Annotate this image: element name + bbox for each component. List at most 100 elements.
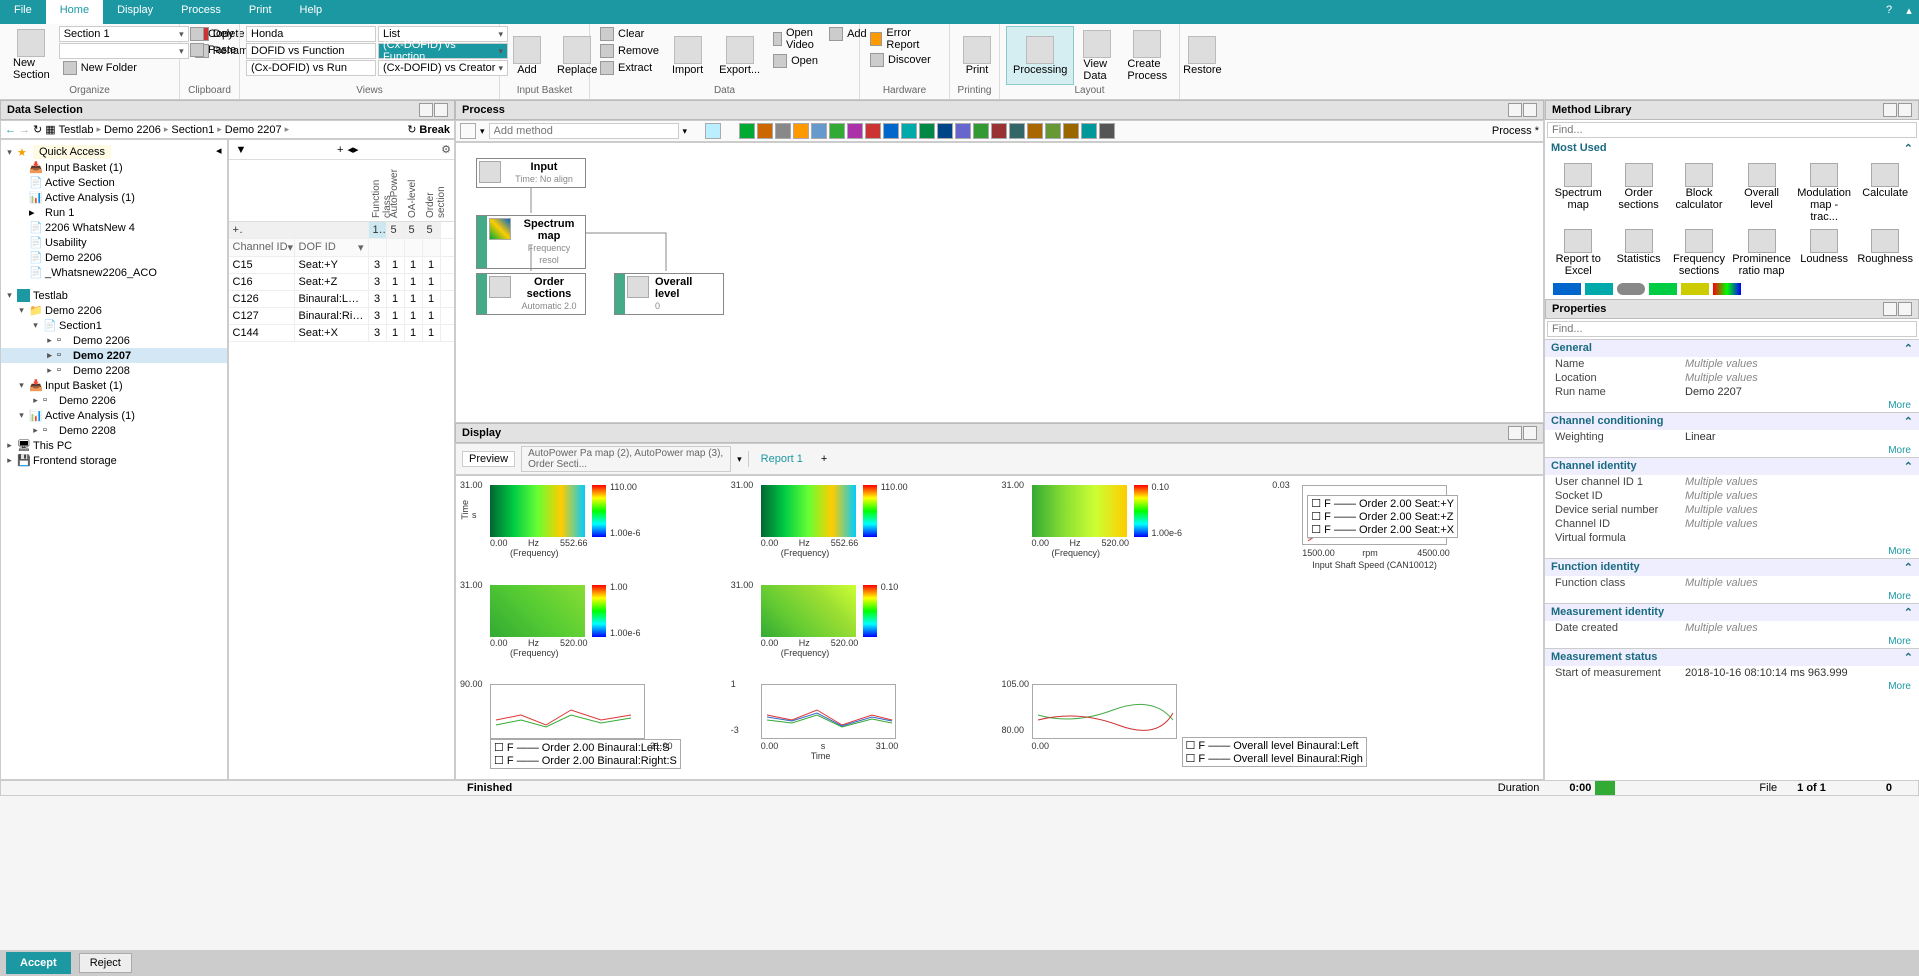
node-overall-level[interactable]: Overall level0	[614, 273, 724, 315]
plot-spectrum-6[interactable]: 31.00 0.00 Hz 520.00 (Frequency) 0.10	[731, 580, 998, 676]
chevron-down-icon[interactable]: ▾	[480, 126, 485, 137]
help-icon[interactable]: ?	[1879, 0, 1899, 24]
plot-spectrum-5[interactable]: 31.00 0.00 Hz 520.00 (Frequency) 1.00 1.…	[460, 580, 727, 676]
method-item[interactable]: Prominence ratio map	[1730, 227, 1793, 279]
view-data-button[interactable]: View Data	[1076, 26, 1118, 85]
method-shortcut-icon[interactable]	[847, 123, 863, 139]
filter-icon[interactable]: ▼	[232, 144, 251, 156]
create-process-button[interactable]: Create Process	[1120, 26, 1174, 85]
tree-item[interactable]: ▾📥Input Basket (1)	[1, 378, 227, 393]
plot-line-3[interactable]: 105.00 80.00 0.00 ☐ F —— Overall level B…	[1002, 679, 1540, 775]
method-item[interactable]: Block calculator	[1670, 161, 1728, 225]
tree-item[interactable]: ▸▫Demo 2206	[1, 333, 227, 348]
back-icon[interactable]: ←	[5, 124, 16, 136]
more-link[interactable]: More	[1545, 590, 1919, 603]
gear-icon[interactable]: ⚙	[441, 143, 451, 156]
error-report-button[interactable]: Error Report	[866, 26, 943, 52]
tree-item[interactable]: ▸Run 1	[1, 205, 227, 220]
method-thumb-icon[interactable]	[1553, 283, 1581, 295]
method-shortcut-icon[interactable]	[937, 123, 953, 139]
wrench-icon[interactable]	[705, 123, 721, 139]
process-canvas[interactable]: InputTime: No align Spectrum mapFrequenc…	[455, 142, 1544, 423]
method-shortcut-icon[interactable]	[739, 123, 755, 139]
method-shortcut-icon[interactable]	[811, 123, 827, 139]
tab-print[interactable]: Print	[235, 0, 286, 24]
open-video-button[interactable]: Open Video	[769, 26, 823, 52]
method-shortcut-icon[interactable]	[775, 123, 791, 139]
props-general-header[interactable]: General⌃	[1545, 339, 1919, 357]
method-shortcut-icon[interactable]	[901, 123, 917, 139]
tab-display[interactable]: Display	[103, 0, 167, 24]
method-thumb-icon[interactable]	[1617, 283, 1645, 295]
extract-button[interactable]: Extract	[596, 60, 663, 76]
refresh-icon[interactable]: ↻	[407, 123, 416, 136]
channel-id-header[interactable]: Channel ID▾	[229, 239, 295, 256]
clear-button[interactable]: Clear	[596, 26, 663, 42]
tree-item[interactable]: 📄Active Section	[1, 175, 227, 190]
report-tab[interactable]: Report 1	[755, 452, 809, 466]
open-button[interactable]: Open	[769, 53, 823, 69]
reject-button[interactable]: Reject	[79, 953, 132, 973]
tree-item[interactable]: 📊Active Analysis (1)	[1, 190, 227, 205]
method-shortcut-icon[interactable]	[1027, 123, 1043, 139]
tree-quick-access[interactable]: ▾★Quick Access	[1, 144, 216, 160]
tree-item[interactable]: ▸▫Demo 2208	[1, 423, 227, 438]
tree-item[interactable]: 📥Input Basket (1)	[1, 160, 227, 175]
more-link[interactable]: More	[1545, 635, 1919, 648]
views-f3[interactable]: (Cx-DOFID) vs Function▾	[378, 43, 508, 59]
import-button[interactable]: Import	[665, 26, 710, 85]
method-item[interactable]: Calculate	[1855, 161, 1915, 225]
table-row[interactable]: C15Seat:+Y3111	[229, 257, 455, 274]
node-spectrum-map[interactable]: Spectrum mapFrequency resol	[476, 215, 586, 269]
tree-item-selected[interactable]: ▸▫Demo 2207	[1, 348, 227, 363]
tab-file[interactable]: File	[0, 0, 46, 24]
tab-help[interactable]: Help	[286, 0, 337, 24]
method-shortcut-icon[interactable]	[1099, 123, 1115, 139]
node-input[interactable]: InputTime: No align	[476, 158, 586, 188]
chevron-down-icon[interactable]: ▾	[737, 454, 742, 465]
collapse-tree-icon[interactable]: ◂	[216, 144, 227, 157]
method-shortcut-icon[interactable]	[1081, 123, 1097, 139]
props-ci-header[interactable]: Channel identity⌃	[1545, 457, 1919, 475]
tree-item[interactable]: ▸▫Demo 2208	[1, 363, 227, 378]
method-shortcut-icon[interactable]	[1045, 123, 1061, 139]
dock-icon[interactable]	[1508, 103, 1522, 117]
add-column-icon[interactable]: +	[333, 144, 347, 156]
maximize-icon[interactable]	[1523, 103, 1537, 117]
more-link[interactable]: More	[1545, 545, 1919, 558]
more-link[interactable]: More	[1545, 399, 1919, 412]
plot-spectrum-1[interactable]: 31.00 Time s 0.00 Hz 552.66 (Frequency) …	[460, 480, 727, 576]
method-item[interactable]: Spectrum map	[1549, 161, 1607, 225]
method-item[interactable]: Overall level	[1730, 161, 1793, 225]
forward-icon[interactable]: →	[19, 124, 30, 136]
method-item[interactable]: Statistics	[1609, 227, 1667, 279]
method-shortcut-icon[interactable]	[955, 123, 971, 139]
method-item[interactable]: Modulation map - trac...	[1795, 161, 1853, 225]
views-f2[interactable]: (Cx-DOFID) vs Run	[246, 60, 376, 76]
collapse-ribbon-icon[interactable]: ▴	[1899, 0, 1919, 24]
props-ms-header[interactable]: Measurement status⌃	[1545, 648, 1919, 666]
preview-combo[interactable]: AutoPower Pa map (2), AutoPower map (3),…	[521, 446, 731, 472]
method-shortcut-icon[interactable]	[919, 123, 935, 139]
method-thumb-icon[interactable]	[1681, 283, 1709, 295]
method-shortcut-icon[interactable]	[973, 123, 989, 139]
plot-spectrum-4[interactable]: ☐ F —— Order 2.00 Seat:+Y ☐ F —— Order 2…	[1272, 480, 1539, 675]
dock-icon[interactable]	[1883, 302, 1897, 316]
tree-item[interactable]: 📄Usability	[1, 235, 227, 250]
tree-item[interactable]: ▾📁Demo 2206	[1, 303, 227, 318]
more-link[interactable]: More	[1545, 444, 1919, 457]
scroll-right-icon[interactable]: ▸	[353, 143, 359, 156]
add-method-input[interactable]	[489, 123, 679, 139]
method-item[interactable]: Roughness	[1855, 227, 1915, 279]
maximize-icon[interactable]	[1898, 103, 1912, 117]
tree-thispc[interactable]: ▸🖥This PC	[1, 438, 227, 453]
method-thumb-icon[interactable]	[1713, 283, 1741, 295]
maximize-icon[interactable]	[434, 103, 448, 117]
method-item[interactable]: Frequency sections	[1670, 227, 1728, 279]
views-brand[interactable]: Honda	[246, 26, 376, 42]
method-thumb-icon[interactable]	[1649, 283, 1677, 295]
new-folder-button[interactable]: New Folder	[59, 60, 189, 76]
paste-button[interactable]: Paste	[186, 42, 240, 58]
method-shortcut-icon[interactable]	[865, 123, 881, 139]
break-button[interactable]: Break	[419, 124, 450, 136]
